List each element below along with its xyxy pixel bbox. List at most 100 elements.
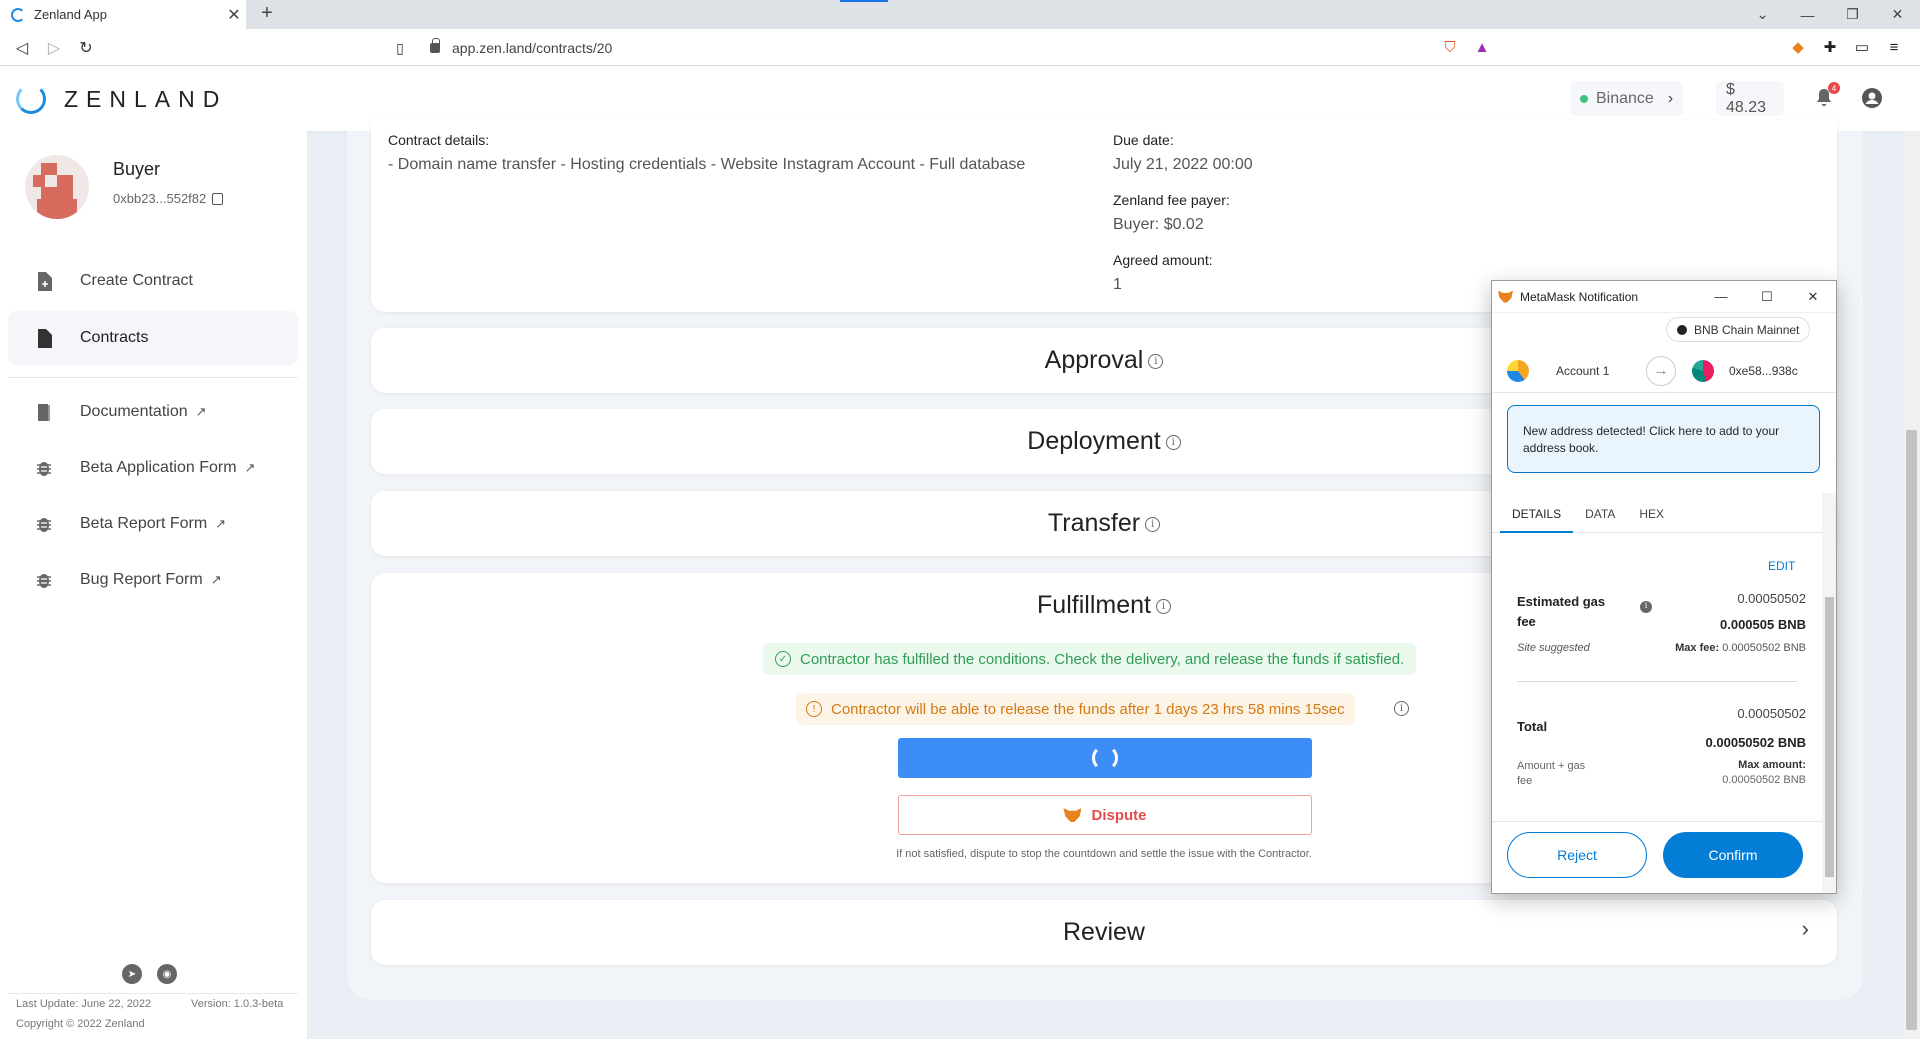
total-bnb: 0.00050502 BNB	[1705, 735, 1806, 750]
fee-payer-value: Buyer: $0.02	[1113, 216, 1204, 233]
info-icon[interactable]: i	[1148, 353, 1164, 369]
copy-icon[interactable]	[212, 192, 224, 205]
agreed-amount-value: 1	[1113, 276, 1122, 293]
warning-message: Contractor will be able to release the f…	[831, 700, 1345, 718]
chevron-right-icon: ›	[1801, 916, 1809, 941]
sidebar-item-label: Create Contract	[80, 272, 193, 289]
forward-icon[interactable]: ▷	[42, 36, 66, 60]
due-date-value: July 21, 2022 00:00	[1113, 156, 1253, 173]
account-button[interactable]	[1858, 84, 1886, 112]
back-icon[interactable]: ◁	[10, 36, 34, 60]
success-alert: ✓ Contractor has fulfilled the condition…	[763, 643, 1417, 675]
agreed-amount-label: Agreed amount:	[1113, 252, 1213, 268]
bookmark-icon[interactable]: ▯	[388, 36, 412, 60]
balance-chip[interactable]: $ 48.23	[1716, 81, 1784, 116]
account-avatar-icon	[1507, 359, 1529, 382]
profile: Buyer 0xbb23...552f82	[25, 155, 224, 219]
info-icon[interactable]: i	[1394, 701, 1409, 716]
restore-button[interactable]: ❐	[1830, 0, 1875, 29]
sidebar-item-label: Beta Report Form	[80, 515, 208, 532]
loading-spinner-icon	[1092, 745, 1118, 771]
wallet-icon[interactable]: ▭	[1852, 37, 1872, 57]
info-icon[interactable]: i	[1155, 598, 1171, 614]
reject-button[interactable]: Reject	[1507, 832, 1647, 878]
sidebar-item-contracts[interactable]: Contracts	[8, 311, 298, 365]
sidebar: Buyer 0xbb23...552f82 Create Contract Co…	[0, 131, 307, 1039]
discord-icon[interactable]: ◉	[157, 964, 177, 984]
max-amount-value: 0.00050502 BNB	[1722, 774, 1806, 786]
footer-divider	[8, 993, 298, 994]
external-link-icon: ↗	[215, 516, 227, 531]
brave-shield-icon[interactable]: ⛉	[1440, 37, 1460, 57]
wallet-address-text: 0xbb23...552f82	[113, 191, 207, 206]
info-icon[interactable]: i	[1640, 601, 1652, 613]
url-text: app.zen.land/contracts/20	[452, 39, 613, 56]
minimize-button[interactable]: —	[1698, 289, 1744, 304]
notifications-button[interactable]: 4	[1810, 82, 1840, 112]
network-name: BNB Chain Mainnet	[1694, 322, 1800, 337]
telegram-icon[interactable]: ➤	[122, 964, 142, 984]
page-scrollbar-thumb[interactable]	[1906, 430, 1917, 1030]
file-icon	[36, 328, 52, 348]
details-label: Contract details:	[388, 132, 490, 148]
browser-tab[interactable]: Zenland App ✕	[0, 0, 246, 29]
metamask-extension-icon[interactable]: ◆	[1788, 37, 1808, 57]
extensions-icon[interactable]: ✚	[1820, 37, 1840, 57]
release-funds-button[interactable]	[898, 738, 1312, 778]
last-update: Last Update: June 22, 2022	[16, 998, 152, 1010]
user-circle-icon	[1862, 88, 1882, 108]
new-address-notice[interactable]: New address detected! Click here to add …	[1507, 405, 1820, 473]
sidebar-item-documentation[interactable]: Documentation ↗	[8, 385, 298, 439]
sidebar-item-beta-application-form[interactable]: Beta Application Form ↗	[8, 441, 298, 495]
zenland-logo[interactable]: ZENLAND	[16, 84, 227, 114]
dispute-button[interactable]: Dispute	[898, 795, 1312, 835]
tab-close-icon[interactable]: ✕	[222, 5, 246, 25]
menu-icon[interactable]: ≡	[1884, 37, 1904, 57]
sidebar-item-label: Beta Application Form	[80, 459, 237, 476]
divider	[1517, 681, 1797, 682]
metamask-title: MetaMask Notification	[1520, 289, 1639, 304]
network-selector[interactable]: Binance ›	[1570, 81, 1684, 116]
book-icon	[36, 403, 52, 422]
close-window-button[interactable]: ✕	[1875, 0, 1920, 29]
minimize-button[interactable]: —	[1785, 0, 1830, 29]
total-value: 0.00050502	[1737, 706, 1806, 721]
chevron-right-icon: ›	[1667, 89, 1674, 107]
info-icon[interactable]: i	[1165, 434, 1181, 450]
network-status-icon	[1580, 94, 1588, 103]
close-button[interactable]: ✕	[1790, 289, 1836, 305]
review-section[interactable]: Review ›	[371, 900, 1837, 965]
tab-hex[interactable]: HEX	[1627, 493, 1676, 533]
browser-navbar: ◁ ▷ ↻ ▯ app.zen.land/contracts/20 ⛉ ▲ ◆ …	[0, 29, 1920, 66]
fee-payer-label: Zenland fee payer:	[1113, 192, 1230, 208]
tab-search-icon[interactable]: ⌄	[1740, 0, 1785, 29]
sidebar-item-bug-report-form[interactable]: Bug Report Form ↗	[8, 553, 298, 607]
check-circle-icon: ✓	[775, 651, 791, 667]
to-account[interactable]: 0xe58...938c	[1729, 364, 1798, 378]
sidebar-item-create-contract[interactable]: Create Contract	[8, 254, 298, 308]
zenland-favicon-icon	[11, 7, 25, 22]
metamask-titlebar: MetaMask Notification — ☐ ✕	[1492, 281, 1836, 313]
tab-data[interactable]: DATA	[1573, 493, 1627, 533]
review-title: Review	[1063, 918, 1145, 946]
zenland-logo-icon	[16, 84, 46, 114]
reload-icon[interactable]: ↻	[74, 36, 98, 60]
maximize-button[interactable]: ☐	[1744, 289, 1790, 305]
brave-rewards-icon[interactable]: ▲	[1472, 37, 1492, 57]
network-pill[interactable]: BNB Chain Mainnet	[1666, 317, 1811, 342]
sidebar-item-beta-report-form[interactable]: Beta Report Form ↗	[8, 497, 298, 551]
from-account[interactable]: Account 1	[1556, 364, 1636, 378]
tab-details[interactable]: DETAILS	[1500, 493, 1574, 533]
info-icon[interactable]: i	[1145, 516, 1161, 532]
max-amount-label: Max amount:	[1738, 759, 1806, 771]
confirm-button[interactable]: Confirm	[1663, 832, 1803, 878]
new-tab-button[interactable]: +	[255, 2, 279, 25]
copyright: Copyright © 2022 Zenland	[16, 1018, 145, 1030]
amount-gas-label: Amount + gas fee	[1517, 760, 1586, 787]
address-bar[interactable]: app.zen.land/contracts/20	[420, 35, 1500, 60]
metamask-fox-icon	[1063, 808, 1082, 822]
metamask-scrollbar-thumb[interactable]	[1825, 597, 1834, 877]
file-plus-icon	[36, 271, 52, 291]
edit-gas-link[interactable]: EDIT	[1768, 559, 1795, 573]
metamask-notification-window: MetaMask Notification — ☐ ✕ BNB Chain Ma…	[1491, 280, 1837, 894]
